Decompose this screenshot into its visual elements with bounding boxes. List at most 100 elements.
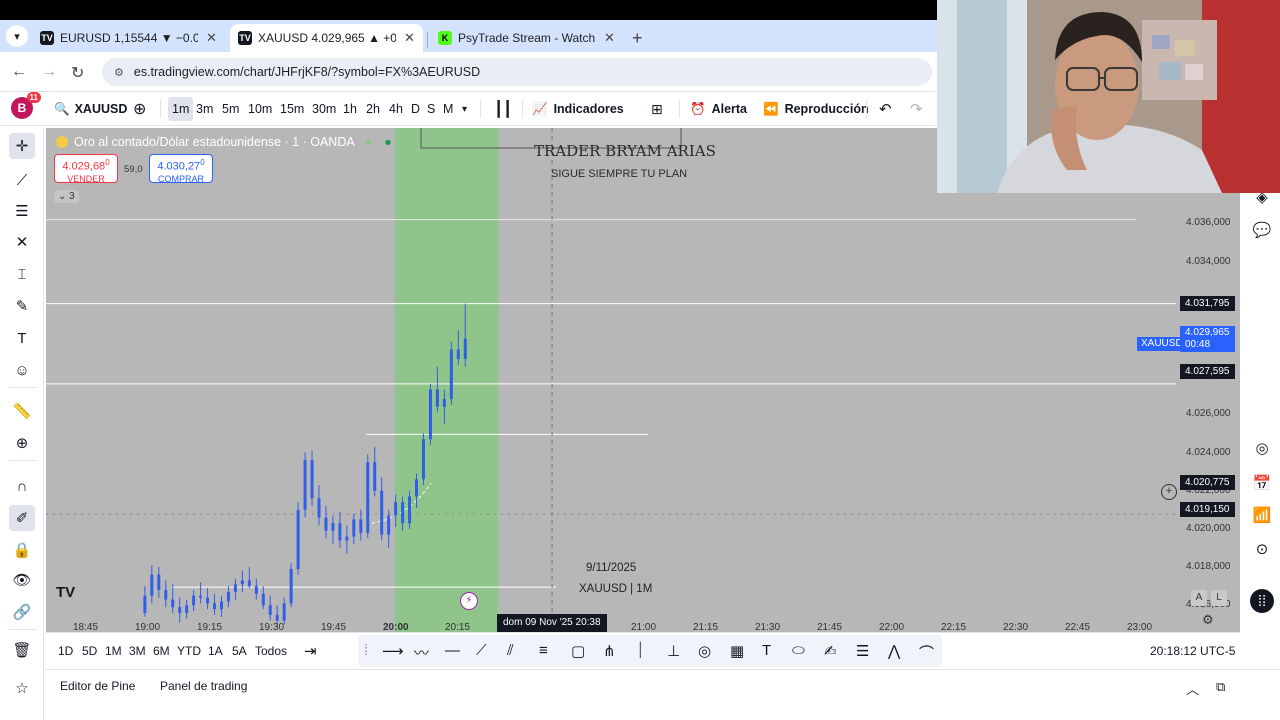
ray-line-icon[interactable]: ⟋ <box>476 642 487 659</box>
maximize-panel-icon[interactable]: ⧉ <box>1216 679 1225 695</box>
undo-icon[interactable]: ↶ <box>879 92 892 126</box>
horizontal-line-icon[interactable]: — <box>445 642 460 659</box>
geometric-shapes-icon[interactable]: ✎ <box>9 293 35 319</box>
user-avatar[interactable]: B 11 <box>11 92 41 119</box>
new-tab-plus-icon[interactable]: + <box>632 28 643 49</box>
auto-scale-button[interactable]: A <box>1191 590 1207 606</box>
lock-icon[interactable]: 🔒 <box>9 537 35 563</box>
text-tool-icon[interactable]: T <box>9 325 35 351</box>
news-feed-icon[interactable]: 📶 <box>1250 503 1274 527</box>
xabcd-pattern-icon[interactable]: ⋀ <box>888 642 900 660</box>
alert-button[interactable]: ⏰ Alerta <box>690 92 747 126</box>
chart-settings-gear-icon[interactable]: ⚙ <box>1202 612 1214 628</box>
browser-tab-xauusd[interactable]: TV XAUUSD 4.029,965 ▲ +0.72% S ✕ <box>230 24 423 52</box>
stay-in-drawing-mode-icon[interactable]: ✐ <box>9 505 35 531</box>
symbol-search-button[interactable]: 🔍 XAUUSD <box>54 92 127 126</box>
range-1d[interactable]: 1D <box>58 644 73 658</box>
range-6m[interactable]: 6M <box>153 644 170 658</box>
layouts-grid-icon[interactable]: ⊞ <box>651 92 663 126</box>
range-3m[interactable]: 3M <box>129 644 146 658</box>
tab-search-chevron-icon[interactable]: ▾ <box>6 25 28 47</box>
forward-arrow-icon[interactable]: → <box>41 63 57 81</box>
back-arrow-icon[interactable]: ← <box>11 63 27 81</box>
horizontal-ray-icon[interactable]: ⟶ <box>382 642 404 660</box>
trend-line-icon[interactable]: ⟋ <box>9 167 35 193</box>
sell-button[interactable]: 4.029,680 VENDER <box>54 154 118 184</box>
tab-close-icon[interactable]: ✕ <box>604 30 615 46</box>
buy-button[interactable]: 4.030,270 COMPRAR <box>149 154 213 184</box>
fib-retracement-icon[interactable]: ☰ <box>9 198 35 224</box>
pine-editor-tab[interactable]: Editor de Pine <box>60 679 135 693</box>
interval-15m[interactable]: 15m <box>280 92 304 126</box>
range-5a[interactable]: 5A <box>232 644 247 658</box>
site-info-icon[interactable]: ⚙ <box>114 66 124 79</box>
add-alert-plus-icon[interactable]: + <box>1161 484 1177 500</box>
fib-extension-icon[interactable]: ≡ <box>539 642 548 659</box>
interval-D[interactable]: D <box>411 92 420 126</box>
indicators-button[interactable]: 📈 Indicadores <box>532 92 624 126</box>
ideas-icon[interactable]: ⊙ <box>1250 537 1274 561</box>
interval-3m[interactable]: 3m <box>196 92 213 126</box>
interval-10m[interactable]: 10m <box>248 92 272 126</box>
browser-tab-psytrade[interactable]: K PsyTrade Stream - Watch Live o ✕ <box>430 24 623 52</box>
redo-icon[interactable]: ↷ <box>910 92 923 126</box>
measure-ruler-icon[interactable]: 📏 <box>9 398 35 424</box>
rectangle-icon[interactable]: ▢ <box>571 642 585 660</box>
magnet-icon[interactable]: ∩ <box>9 473 35 499</box>
zoom-in-icon[interactable]: ⊕ <box>9 430 35 456</box>
reload-icon[interactable]: ↻ <box>71 63 84 83</box>
tab-close-icon[interactable]: ✕ <box>206 30 217 46</box>
emoji-icon[interactable]: ☺ <box>9 357 35 383</box>
browser-tab-eurusd[interactable]: TV EURUSD 1,15544 ▼ −0.06% Sin ✕ <box>32 24 225 52</box>
interval-30m[interactable]: 30m <box>312 92 336 126</box>
curve-icon[interactable]: ⌒ <box>919 642 934 663</box>
pattern-tool-icon[interactable]: ✕ <box>9 229 35 255</box>
range-todos[interactable]: Todos <box>255 644 287 658</box>
interval-M[interactable]: M <box>443 92 453 126</box>
chat-bubble-icon[interactable]: 💬 <box>1250 218 1274 242</box>
pitchfork-icon[interactable]: ⋔ <box>603 642 616 660</box>
ellipse-icon[interactable]: ⬭ <box>792 642 805 659</box>
vertical-line-icon[interactable]: ⏐ <box>636 642 645 659</box>
drag-handle-icon[interactable]: ⁞ <box>364 642 368 659</box>
interval-1h[interactable]: 1h <box>343 92 357 126</box>
calendar-icon[interactable]: 📅 <box>1250 471 1274 495</box>
indicators-collapse-toggle[interactable]: ⌄ 3 <box>54 190 79 203</box>
interval-dropdown-chevron-icon[interactable]: ▾ <box>462 92 467 126</box>
tab-close-icon[interactable]: ✕ <box>404 30 415 46</box>
candle-style-icon[interactable]: ┃┃ <box>494 92 512 126</box>
brush-icon[interactable]: ✍ <box>824 642 837 660</box>
replay-button[interactable]: ⏪ Reproducción <box>763 92 869 126</box>
long-position-icon[interactable]: ⊥ <box>667 642 680 660</box>
trash-icon[interactable]: 🗑 <box>9 637 35 663</box>
go-to-date-icon[interactable]: ⇥ <box>304 642 317 660</box>
compare-symbol-plus-icon[interactable]: ⊕ <box>133 92 146 126</box>
utc-clock[interactable]: 20:18:12 UTC-5 <box>1150 644 1235 658</box>
circle-icon[interactable]: ◎ <box>698 642 711 660</box>
price-chart[interactable]: Oro al contado/Dólar estadounidense · 1 … <box>46 128 1240 632</box>
range-ytd[interactable]: YTD <box>177 644 201 658</box>
url-omnibox[interactable]: ⚙ es.tradingview.com/chart/JHFrjKF8/?sym… <box>102 58 932 86</box>
link-icon[interactable]: 🔗 <box>9 599 35 625</box>
apps-grid-icon[interactable]: ⁞⁞ <box>1250 589 1274 613</box>
interval-4h[interactable]: 4h <box>389 92 403 126</box>
crosshair-cursor-icon[interactable]: ✛ <box>9 133 35 159</box>
gann-box-icon[interactable]: ▦ <box>730 642 744 660</box>
range-1a[interactable]: 1A <box>208 644 223 658</box>
text-tool-icon[interactable]: T <box>762 642 771 659</box>
collapse-panel-chevron-up-icon[interactable]: ︿ <box>1186 679 1199 698</box>
hotlist-target-icon[interactable]: ◎ <box>1250 436 1274 460</box>
range-5d[interactable]: 5D <box>82 644 97 658</box>
interval-1m[interactable]: 1m <box>168 97 194 121</box>
log-scale-button[interactable]: L <box>1211 590 1227 606</box>
path-icon[interactable]: 〰 <box>414 642 429 663</box>
interval-5m[interactable]: 5m <box>222 92 239 126</box>
candlestick-plot[interactable] <box>46 128 1240 632</box>
favorites-star-icon[interactable]: ☆ <box>9 675 35 701</box>
lightning-event-icon[interactable]: ⚡ <box>460 592 478 610</box>
eye-icon[interactable]: 👁 <box>9 567 35 593</box>
parallel-channel-icon[interactable]: ⫽ <box>507 642 514 659</box>
prediction-tool-icon[interactable]: ⌶ <box>9 261 35 287</box>
interval-2h[interactable]: 2h <box>366 92 380 126</box>
fib-fan-icon[interactable]: ☰ <box>856 642 869 660</box>
